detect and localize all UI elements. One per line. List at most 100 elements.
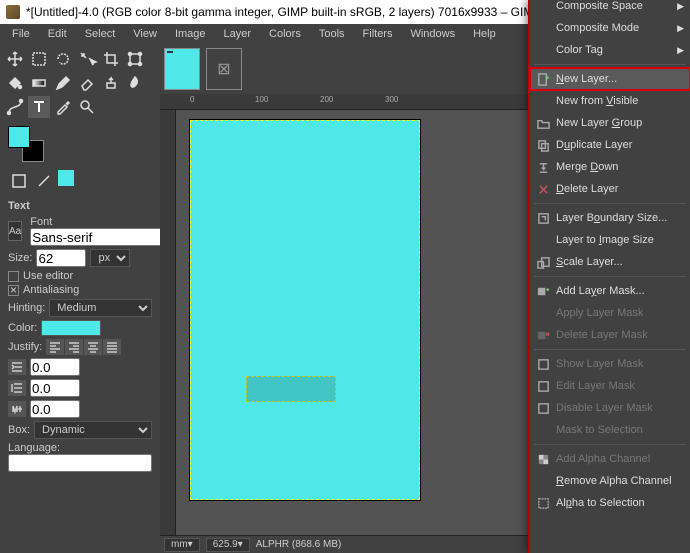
menu-colors[interactable]: Colors	[261, 26, 309, 42]
menu-item-composite-mode[interactable]: Composite Mode ▶	[530, 17, 690, 39]
menu-item-add-layer-mask[interactable]: Add Layer Mask...	[530, 280, 690, 302]
text-tool[interactable]	[28, 96, 50, 118]
path-tool[interactable]	[4, 96, 26, 118]
menu-separator	[534, 276, 686, 277]
menu-filters[interactable]: Filters	[355, 26, 401, 42]
use-editor-checkbox[interactable]: Use editor	[8, 270, 152, 282]
menu-item-disable-layer-mask: Disable Layer Mask	[530, 397, 690, 419]
delete-icon	[536, 182, 550, 196]
active-image-thumb[interactable]	[58, 170, 74, 186]
alpha-sel-icon	[536, 496, 550, 510]
menu-view[interactable]: View	[125, 26, 165, 42]
menu-windows[interactable]: Windows	[402, 26, 463, 42]
image-tab-close[interactable]	[206, 48, 242, 90]
zoom-tool[interactable]	[76, 96, 98, 118]
justify-fill-button[interactable]	[103, 339, 121, 355]
folder-icon	[536, 116, 550, 130]
menu-item-new-layer[interactable]: New Layer...	[530, 68, 690, 90]
justify-center-button[interactable]	[84, 339, 102, 355]
free-select-tool[interactable]	[52, 48, 74, 70]
menu-select[interactable]: Select	[77, 26, 124, 42]
smudge-tool[interactable]	[124, 72, 146, 94]
menu-item-label: Delete Layer Mask	[556, 329, 648, 341]
menu-item-composite-space[interactable]: Composite Space▶	[530, 0, 690, 17]
language-input[interactable]	[8, 454, 152, 472]
blank-icon	[536, 423, 550, 437]
menu-item-delete-layer[interactable]: Delete Layer	[530, 178, 690, 200]
menu-item-merge-down[interactable]: Merge Down	[530, 156, 690, 178]
zoom-select[interactable]: 625.9 ▾	[206, 538, 250, 552]
hinting-select[interactable]: Medium	[49, 299, 152, 317]
menu-edit[interactable]: Edit	[40, 26, 75, 42]
device-tab-icon[interactable]	[33, 170, 55, 192]
rect-select-tool[interactable]	[28, 48, 50, 70]
fg-bg-colors[interactable]	[0, 122, 160, 166]
indent-input[interactable]	[30, 358, 80, 376]
crop-tool[interactable]	[100, 48, 122, 70]
gradient-tool[interactable]	[28, 72, 50, 94]
menu-item-layer-boundary-size[interactable]: Layer Boundary Size...	[530, 207, 690, 229]
menu-separator	[534, 64, 686, 65]
indent-icon	[8, 359, 26, 375]
menu-item-label: New Layer Group	[556, 117, 642, 129]
menu-item-label: New from Visible	[556, 95, 638, 107]
scale-icon	[536, 255, 550, 269]
text-tool-aa-icon: Aa	[8, 221, 22, 241]
foreground-color-swatch[interactable]	[8, 126, 30, 148]
menu-file[interactable]: File	[4, 26, 38, 42]
box-mode-select[interactable]: Dynamic	[34, 421, 152, 439]
font-size-unit-select[interactable]: px	[90, 249, 130, 267]
merge-icon	[536, 160, 550, 174]
window-title: *[Untitled]-4.0 (RGB color 8-bit gamma i…	[26, 5, 541, 19]
menu-item-add-alpha-channel: Add Alpha Channel	[530, 448, 690, 470]
menu-item-label: Delete Layer	[556, 183, 618, 195]
blank-icon	[536, 474, 550, 488]
menu-item-label: Apply Layer Mask	[556, 307, 643, 319]
move-tool[interactable]	[4, 48, 26, 70]
justify-left-button[interactable]	[46, 339, 64, 355]
justify-right-button[interactable]	[65, 339, 83, 355]
menu-item-show-layer-mask: Show Layer Mask	[530, 353, 690, 375]
text-color-swatch[interactable]	[41, 320, 101, 336]
menu-item-color-tag[interactable]: Color Tag▶	[530, 39, 690, 61]
menu-tools[interactable]: Tools	[311, 26, 353, 42]
menu-item-edit-layer-mask: Edit Layer Mask	[530, 375, 690, 397]
font-size-input[interactable]	[36, 249, 86, 267]
options-tab-icon[interactable]	[8, 170, 30, 192]
image-canvas[interactable]	[190, 120, 420, 500]
menu-layer[interactable]: Layer	[216, 26, 260, 42]
menu-separator	[534, 203, 686, 204]
color-picker-tool[interactable]	[52, 96, 74, 118]
line-spacing-input[interactable]	[30, 379, 80, 397]
submenu-arrow-icon: ▶	[677, 1, 684, 12]
status-text: ALPHR (868.6 MB)	[256, 539, 342, 550]
fuzzy-select-tool[interactable]	[76, 48, 98, 70]
unit-select[interactable]: mm ▾	[164, 538, 200, 552]
mask-add-icon	[536, 284, 550, 298]
menu-item-layer-to-image-size[interactable]: Layer to Image Size	[530, 229, 690, 251]
submenu-arrow-icon: ▶	[677, 23, 684, 34]
eraser-tool[interactable]	[76, 72, 98, 94]
menu-item-alpha-to-selection[interactable]: Alpha to Selection	[530, 492, 690, 514]
image-tab-active[interactable]	[164, 48, 200, 90]
text-layer-selection[interactable]	[246, 376, 336, 402]
menu-item-remove-alpha-channel[interactable]: Remove Alpha Channel	[530, 470, 690, 492]
menu-item-duplicate-layer[interactable]: Duplicate Layer	[530, 134, 690, 156]
menu-item-apply-layer-mask: Apply Layer Mask	[530, 302, 690, 324]
menu-item-new-layer-group[interactable]: New Layer Group	[530, 112, 690, 134]
justify-label: Justify:	[8, 341, 42, 353]
transform-tool[interactable]	[124, 48, 146, 70]
bucket-tool[interactable]	[4, 72, 26, 94]
antialiasing-checkbox[interactable]: Antialiasing	[8, 284, 152, 296]
menu-image[interactable]: Image	[167, 26, 214, 42]
menu-item-new-from-visible[interactable]: New from Visible	[530, 90, 690, 112]
menu-item-scale-layer[interactable]: Scale Layer...	[530, 251, 690, 273]
menu-item-label: Composite Mode	[556, 22, 639, 34]
layer-context-menu: Composite Space▶ Composite Mode ▶ Color Tag…	[528, 0, 690, 553]
clone-tool[interactable]	[100, 72, 122, 94]
menu-help[interactable]: Help	[465, 26, 504, 42]
letter-spacing-input[interactable]	[30, 400, 80, 418]
blank-icon	[536, 233, 550, 247]
pencil-tool[interactable]	[52, 72, 74, 94]
box-label: Box:	[8, 424, 30, 436]
